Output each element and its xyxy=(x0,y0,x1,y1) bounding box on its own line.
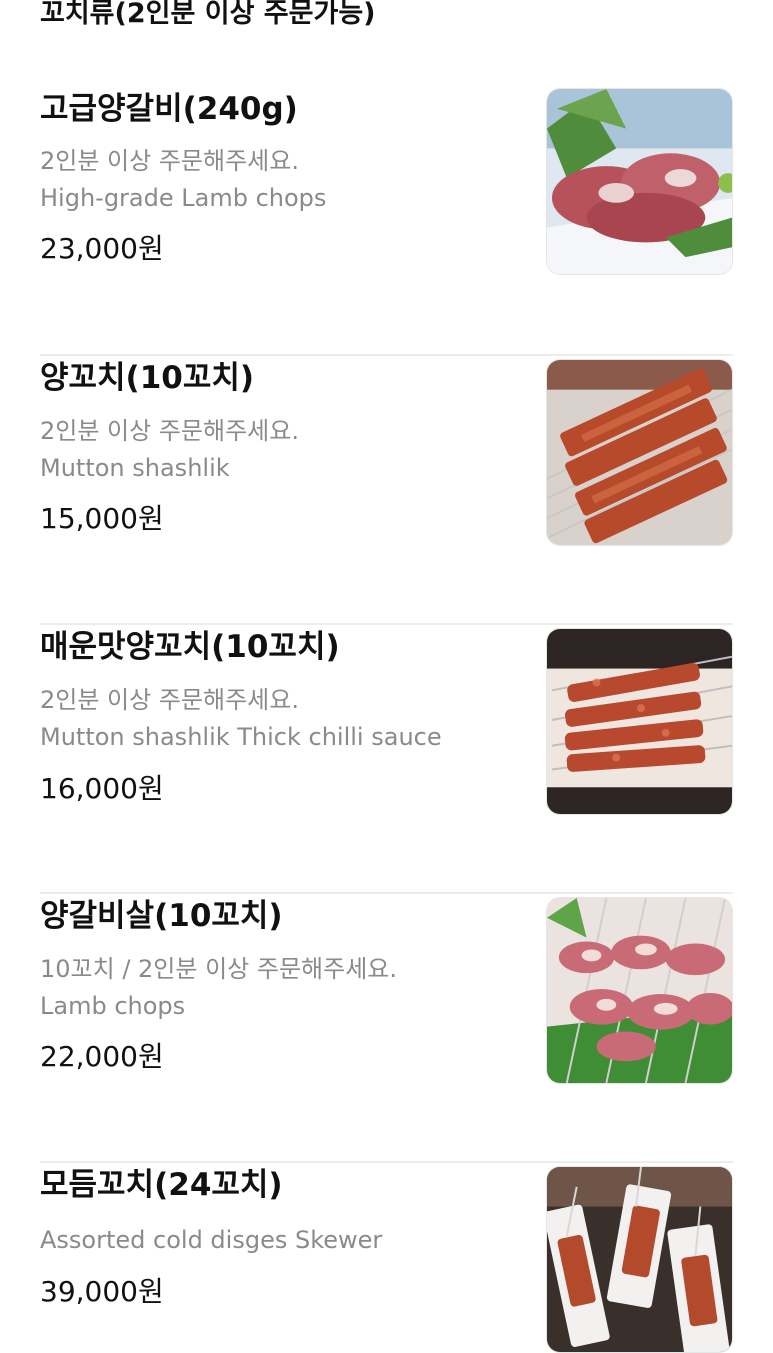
menu-item[interactable]: 모듬꼬치(24꼬치) Assorted cold disges Skewer 3… xyxy=(40,1163,733,1353)
item-english-name: Mutton shashlik xyxy=(40,454,230,482)
menu-item[interactable]: 고급양갈비(240g) 2인분 이상 주문해주세요. High-grade La… xyxy=(40,87,733,356)
item-english-name: Mutton shashlik Thick chilli sauce xyxy=(40,723,442,751)
section-title: 꼬치류(2인분 이상 주문가능) xyxy=(40,0,376,29)
item-note: 10꼬치 / 2인분 이상 주문해주세요. xyxy=(40,955,397,983)
item-note: 2인분 이상 주문해주세요. xyxy=(40,147,299,175)
item-english-name: Assorted cold disges Skewer xyxy=(40,1226,383,1254)
lamb-rib-skewers-photo[interactable] xyxy=(546,897,733,1084)
item-name: 모듬꼬치(24꼬치) xyxy=(40,1167,283,1203)
mutton-skewers-photo[interactable] xyxy=(546,359,733,546)
menu-item[interactable]: 양갈비살(10꼬치) 10꼬치 / 2인분 이상 주문해주세요. Lamb ch… xyxy=(40,894,733,1163)
menu-item[interactable]: 매운맛양꼬치(10꼬치) 2인분 이상 주문해주세요. Mutton shash… xyxy=(40,625,733,894)
item-name: 매운맛양꼬치(10꼬치) xyxy=(40,629,340,665)
item-english-name: Lamb chops xyxy=(40,992,186,1020)
item-price: 22,000원 xyxy=(40,1040,164,1073)
item-price: 39,000원 xyxy=(40,1275,164,1308)
item-note: 2인분 이상 주문해주세요. xyxy=(40,417,299,445)
item-name: 양꼬치(10꼬치) xyxy=(40,360,255,396)
lamb-chops-photo[interactable] xyxy=(546,88,733,275)
menu-item[interactable]: 양꼬치(10꼬치) 2인분 이상 주문해주세요. Mutton shashlik… xyxy=(40,356,733,625)
item-name: 양갈비살(10꼬치) xyxy=(40,898,283,934)
item-name: 고급양갈비(240g) xyxy=(40,91,298,127)
item-note: 2인분 이상 주문해주세요. xyxy=(40,686,299,714)
item-english-name: High-grade Lamb chops xyxy=(40,184,327,212)
assorted-skewers-photo[interactable] xyxy=(546,1166,733,1353)
item-price: 16,000원 xyxy=(40,772,164,805)
item-price: 23,000원 xyxy=(40,232,164,265)
spicy-skewers-photo[interactable] xyxy=(546,628,733,815)
item-price: 15,000원 xyxy=(40,502,164,535)
